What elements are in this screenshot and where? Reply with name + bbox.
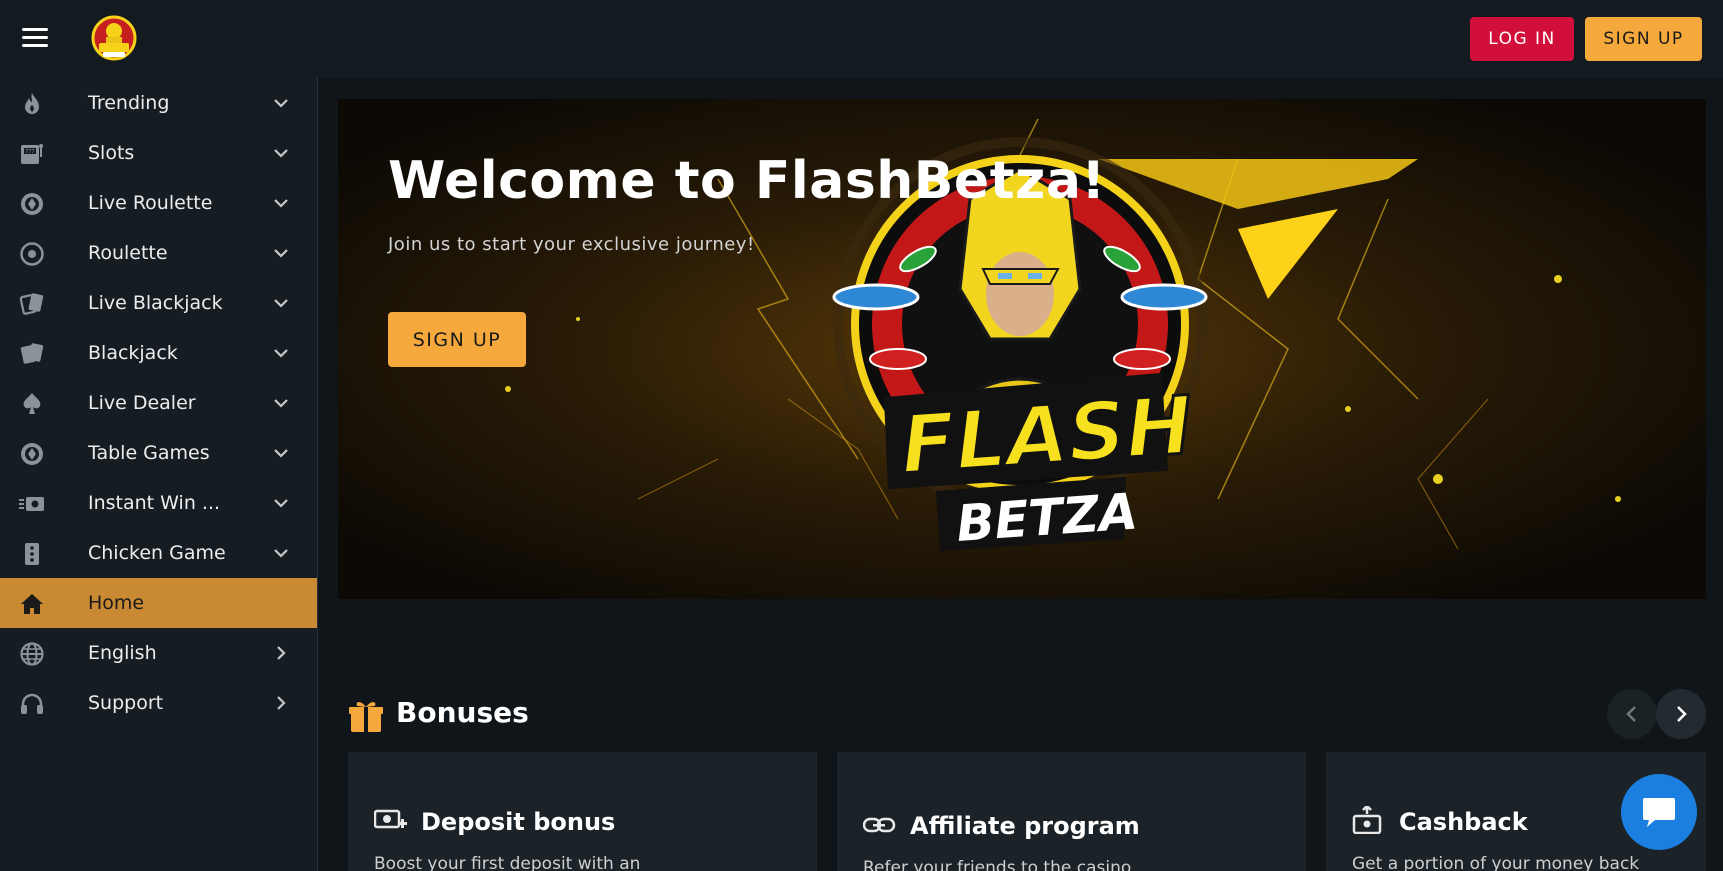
roulette-wheel-icon <box>20 242 44 266</box>
chevron-right-icon <box>277 646 286 660</box>
dice-icon <box>25 543 39 565</box>
bonus-card-title: Affiliate program <box>910 812 1140 840</box>
top-bar: LOG IN SIGN UP <box>0 0 1723 78</box>
chevron-down-icon <box>274 249 288 258</box>
chevron-left-icon <box>1626 706 1636 722</box>
sidebar-item-live-roulette[interactable]: Live Roulette <box>0 178 317 228</box>
bonus-card-title: Cashback <box>1399 808 1528 836</box>
sidebar-item-label: Trending <box>88 92 170 114</box>
sidebar-item-label: Live Blackjack <box>88 292 223 314</box>
sidebar-item-label: Chicken Game <box>88 542 226 564</box>
login-button[interactable]: LOG IN <box>1470 17 1574 61</box>
sidebar-item-english[interactable]: English <box>0 628 317 678</box>
chevron-down-icon <box>274 399 288 408</box>
sidebar-item-label: Support <box>88 692 164 714</box>
chevron-right-icon <box>277 696 286 710</box>
hero-banner: FLASH BETZA Welcome to FlashBetza! Join … <box>338 99 1706 599</box>
sidebar-item-live-dealer[interactable]: Live Dealer <box>0 378 317 428</box>
sidebar-item-home[interactable]: Home <box>0 578 317 628</box>
chevron-down-icon <box>274 449 288 458</box>
sidebar-item-live-blackjack[interactable]: Live Blackjack <box>0 278 317 328</box>
sidebar-item-trending[interactable]: Trending <box>0 78 317 128</box>
chat-icon <box>1643 798 1675 827</box>
sidebar-item-label: Live Dealer <box>88 392 196 414</box>
sidebar-item-label: English <box>88 642 157 664</box>
carousel-next-button[interactable] <box>1656 689 1706 739</box>
chevron-right-icon <box>1677 706 1687 722</box>
globe-icon <box>20 642 44 666</box>
svg-text:777: 777 <box>25 149 35 155</box>
headphones-icon <box>21 693 43 714</box>
chevron-down-icon <box>274 499 288 508</box>
bonus-card-title: Deposit bonus <box>421 808 616 836</box>
spade-icon <box>23 393 41 414</box>
sidebar-item-roulette[interactable]: Roulette <box>0 228 317 278</box>
sidebar-item-label: Instant Win ... <box>88 492 221 514</box>
chevron-down-icon <box>274 549 288 558</box>
logo[interactable] <box>90 14 138 62</box>
chevron-down-icon <box>274 299 288 308</box>
chat-button[interactable] <box>1621 774 1697 850</box>
carousel-prev-button[interactable] <box>1607 689 1657 739</box>
cards-icon <box>20 343 44 364</box>
menu-icon[interactable] <box>22 28 52 50</box>
chevron-down-icon <box>274 199 288 208</box>
sidebar-item-support[interactable]: Support <box>0 678 317 728</box>
fire-icon <box>25 93 39 114</box>
chevron-down-icon <box>274 349 288 358</box>
sidebar-item-instant-win[interactable]: Instant Win ... <box>0 478 317 528</box>
cashback-icon <box>1352 806 1382 834</box>
money-plus-icon <box>374 809 407 829</box>
sidebar-item-label: Live Roulette <box>88 192 213 214</box>
slot-machine-icon: 777 <box>21 144 43 164</box>
hero-subtitle: Join us to start your exclusive journey! <box>388 234 755 255</box>
bonuses-title: Bonuses <box>396 696 529 729</box>
sidebar-item-label: Table Games <box>88 442 210 464</box>
roulette-chip-icon <box>21 193 43 215</box>
bonus-card-desc: Boost your first deposit with an <box>374 854 641 871</box>
sidebar: Trending 777 Slots Live Roulette Roulett… <box>0 78 318 871</box>
hero-title: Welcome to FlashBetza! <box>388 151 1106 211</box>
bonus-card-desc: Refer your friends to the casino <box>863 858 1132 871</box>
gift-icon <box>349 702 383 732</box>
chevron-down-icon <box>274 149 288 158</box>
signup-button[interactable]: SIGN UP <box>1585 17 1702 61</box>
sidebar-item-label: Roulette <box>88 242 168 264</box>
cards-icon <box>19 293 44 315</box>
chevron-down-icon <box>274 99 288 108</box>
bonus-card-deposit[interactable]: Deposit bonus Boost your first deposit w… <box>348 752 817 871</box>
poker-chip-icon <box>21 443 43 465</box>
home-icon <box>21 594 43 614</box>
sidebar-item-label: Slots <box>88 142 135 164</box>
sidebar-item-label: Home <box>88 592 145 614</box>
sidebar-item-blackjack[interactable]: Blackjack <box>0 328 317 378</box>
sidebar-item-table-games[interactable]: Table Games <box>0 428 317 478</box>
ticket-icon <box>19 497 44 511</box>
sidebar-item-label: Blackjack <box>88 342 178 364</box>
bonus-card-affiliate[interactable]: Affiliate program Refer your friends to … <box>837 752 1306 871</box>
bonus-card-desc: Get a portion of your money back <box>1352 854 1640 871</box>
link-icon <box>863 817 896 833</box>
hero-signup-button[interactable]: SIGN UP <box>388 312 526 367</box>
sidebar-item-chicken-game[interactable]: Chicken Game <box>0 528 317 578</box>
sidebar-item-slots[interactable]: 777 Slots <box>0 128 317 178</box>
